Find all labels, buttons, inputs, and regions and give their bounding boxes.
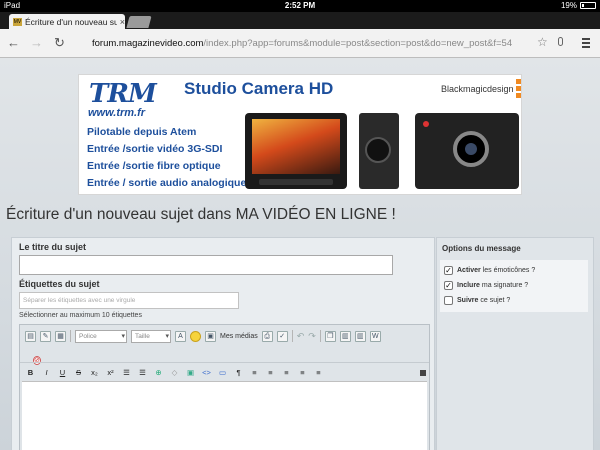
reload-icon[interactable]: ↻ (54, 36, 65, 50)
camera-lens-icon (453, 131, 489, 167)
battery-icon (580, 2, 596, 9)
blackmagic-squares-icon (516, 79, 521, 100)
subscript-button[interactable]: x₂ (89, 368, 100, 377)
editor-toolbar-top: ▤ ✎ ▦ Police Taille A ▣ Mes médias ⎙ ✓ ↶… (25, 329, 381, 343)
title-input[interactable] (19, 255, 393, 275)
code-button[interactable]: <> (201, 368, 212, 377)
bold-button[interactable]: B (25, 368, 36, 377)
checkbox-checked-icon[interactable]: ✓ (444, 266, 453, 275)
link-button[interactable]: ⊕ (153, 368, 164, 377)
favicon-icon: MV (13, 17, 22, 26)
signature-option[interactable]: ✓ Inclure ma signature ? (444, 281, 528, 290)
microphone-icon[interactable] (558, 37, 563, 46)
options-title: Options du message (442, 244, 521, 253)
editor-toolbar-format: B I U S x₂ x² ☰ ☰ ⊕ ◇ ▣ <> ▭ ¶ ≡ ≡ ≡ ≡ ≡ (25, 368, 324, 377)
italic-button[interactable]: I (41, 368, 52, 377)
table-icon[interactable]: ▦ (55, 330, 66, 342)
menu-icon[interactable] (582, 38, 590, 50)
remove-format-icon[interactable]: ⊘ (33, 356, 41, 365)
clock: 2:52 PM (284, 1, 316, 10)
undo-icon[interactable]: ↶ (297, 331, 305, 342)
ad-banner[interactable]: TRM www.trm.fr Studio Camera HD Blackmag… (78, 74, 522, 195)
browser-tab[interactable]: MV Écriture d'un nouveau sujet × (9, 14, 125, 29)
image-button[interactable]: ▣ (185, 368, 196, 377)
browser-toolbar: ← → ↻ forum.magazinevideo.com/index.php?… (0, 29, 600, 58)
numbered-list-button[interactable]: ☰ (137, 368, 148, 377)
text-color-icon[interactable]: A (175, 330, 186, 342)
battery-indicator: 19% (561, 1, 596, 10)
eraser-icon[interactable]: ✎ (40, 330, 51, 342)
print-icon[interactable]: ⎙ (261, 330, 273, 342)
back-arrow-icon[interactable]: ← (7, 36, 20, 50)
page-title: Écriture d'un nouveau sujet dans MA VIDÉ… (6, 206, 396, 223)
message-options-panel: Options du message ✓ Activer les émoticô… (436, 237, 594, 450)
trm-logo: TRM (89, 79, 157, 109)
checkbox-unchecked-icon[interactable] (444, 296, 453, 305)
paste-icon[interactable]: ▥ (339, 330, 351, 342)
url-host: forum.magazinevideo.com (92, 38, 204, 49)
checkbox-checked-icon[interactable]: ✓ (444, 281, 453, 290)
align-left-button[interactable]: ≡ (249, 368, 260, 377)
redo-icon[interactable]: ↷ (308, 331, 316, 342)
paste-word-icon[interactable]: W (369, 330, 381, 342)
title-label: Le titre du sujet (19, 242, 87, 252)
media-icon[interactable]: ▣ (205, 330, 216, 342)
camera-screen (252, 119, 340, 174)
superscript-button[interactable]: x² (105, 368, 116, 377)
forward-arrow-icon[interactable]: → (30, 36, 43, 50)
banner-feature: Entrée / sortie audio analogique (87, 177, 247, 189)
camera-back-image (245, 113, 347, 189)
status-bar: iPad 2:52 PM 19% (0, 0, 600, 12)
spellcheck-icon[interactable]: ✓ (276, 330, 288, 342)
tab-title: Écriture d'un nouveau sujet (25, 16, 117, 27)
blackmagic-logo: Blackmagicdesign (441, 84, 514, 94)
align-justify-button[interactable]: ≡ (297, 368, 308, 377)
post-form: Le titre du sujet Étiquettes du sujet Sé… (11, 237, 435, 450)
follow-topic-option[interactable]: Suivre ce sujet ? (444, 296, 510, 305)
size-select[interactable]: Taille (131, 329, 171, 343)
banner-feature: Pilotable depuis Atem (87, 126, 197, 138)
paragraph-button[interactable]: ¶ (233, 368, 244, 377)
quote-button[interactable]: ▭ (217, 368, 228, 377)
strike-button[interactable]: S (73, 368, 84, 377)
post-body-textarea[interactable] (22, 381, 427, 450)
new-tab-button[interactable] (126, 16, 152, 28)
bookmark-star-icon[interactable]: ☆ (537, 35, 548, 49)
url-path: /index.php?app=forums&module=post&sectio… (203, 38, 513, 49)
camera-front-image (415, 113, 519, 189)
banner-product-title: Studio Camera HD (184, 79, 334, 98)
tab-strip: MV Écriture d'un nouveau sujet × (0, 12, 600, 29)
tags-hint: Sélectionner au maximum 10 étiquettes (19, 312, 142, 319)
bullet-list-button[interactable]: ☰ (121, 368, 132, 377)
emoticons-option[interactable]: ✓ Activer les émoticônes ? (444, 266, 535, 275)
paste-text-icon[interactable]: ▥ (354, 330, 366, 342)
trm-url: www.trm.fr (88, 107, 146, 119)
copy-icon[interactable]: ❐ (324, 330, 336, 342)
align-center-button[interactable]: ≡ (265, 368, 276, 377)
options-list: ✓ Activer les émoticônes ? ✓ Inclure ma … (440, 260, 588, 312)
indent-button[interactable]: ≡ (313, 368, 324, 377)
tags-input[interactable]: Séparer les étiquettes avec une virgule (19, 292, 239, 309)
source-icon[interactable]: ▤ (25, 330, 36, 342)
unlink-button[interactable]: ◇ (169, 368, 180, 377)
page-content: TRM www.trm.fr Studio Camera HD Blackmag… (0, 58, 600, 450)
battery-percent: 19% (560, 1, 577, 10)
font-select[interactable]: Police (75, 329, 127, 343)
collapse-toolbar-icon[interactable] (420, 370, 426, 376)
camera-side-image (359, 113, 399, 189)
address-bar[interactable]: forum.magazinevideo.com/index.php?app=fo… (80, 34, 550, 53)
align-right-button[interactable]: ≡ (281, 368, 292, 377)
rich-text-editor: ▤ ✎ ▦ Police Taille A ▣ Mes médias ⎙ ✓ ↶… (19, 324, 430, 450)
banner-feature: Entrée /sortie fibre optique (87, 160, 221, 172)
banner-feature: Entrée /sortie vidéo 3G-SDI (87, 143, 223, 155)
my-media-button[interactable]: Mes médias (220, 333, 258, 340)
underline-button[interactable]: U (57, 368, 68, 377)
close-tab-icon[interactable]: × (120, 17, 125, 27)
emoticon-icon[interactable] (190, 330, 201, 342)
tags-label: Étiquettes du sujet (19, 279, 100, 289)
